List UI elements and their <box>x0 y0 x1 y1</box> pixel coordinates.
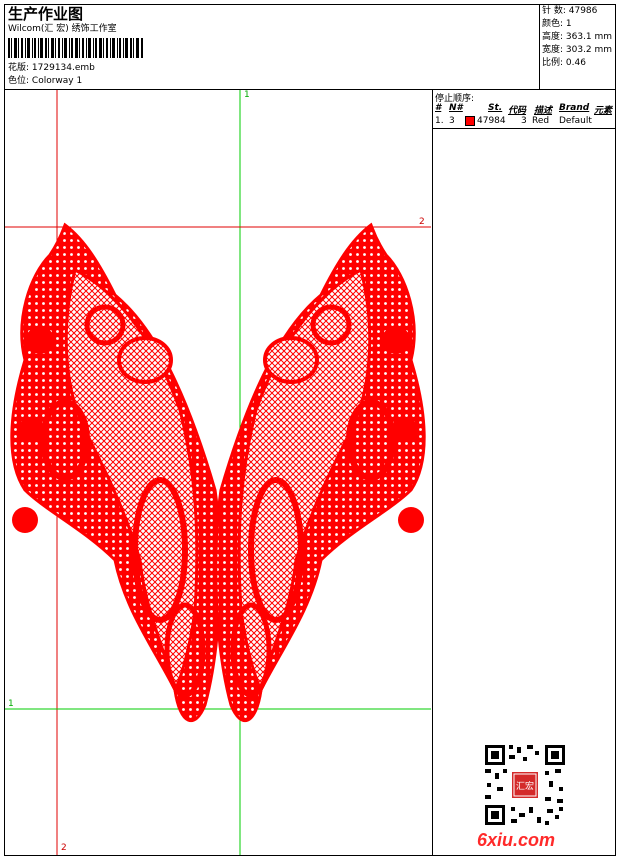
col-header-index: # <box>435 103 442 113</box>
stat-height: 高度: 363.1 mm <box>542 32 613 42</box>
stats-panel: 针 数: 47986 颜色: 1 高度: 363.1 mm 宽度: 303.2 … <box>540 5 616 89</box>
design-canvas: 1 2 1 2 <box>5 90 431 855</box>
color-swatch-icon <box>465 116 475 126</box>
col-header-needle: N# <box>449 103 463 113</box>
embroidery-preview <box>5 90 431 855</box>
colorway-label: 色位: <box>8 76 30 86</box>
row-brand: Default <box>559 116 592 126</box>
design-file: 花版: 1729134.emb <box>8 63 95 74</box>
guide-label-top: 1 <box>244 90 250 100</box>
colorway-value: Colorway 1 <box>31 76 83 86</box>
stop-sequence-table: 停止顺序: # N# St. 代码 描述 Brand 元素 1. 3 47984… <box>433 90 616 129</box>
design-value: 1729134.emb <box>31 63 95 73</box>
row-description: Red <box>532 116 550 126</box>
lace-right-wing <box>214 222 426 723</box>
col-header-description: 描述 <box>534 106 553 116</box>
stat-colors: 颜色: 1 <box>542 19 572 29</box>
colorway: 色位: Colorway 1 <box>8 76 82 87</box>
stat-scale: 比例: 0.46 <box>542 58 586 68</box>
watermark-logo: 6xiu.com <box>477 830 556 850</box>
row-needle: 3 <box>449 116 455 126</box>
design-label: 花版: <box>8 63 30 73</box>
col-header-code: 代码 <box>508 106 527 116</box>
col-header-element: 元素 <box>594 106 613 116</box>
page-title: 生产作业图 <box>8 5 84 23</box>
row-index: 1. <box>435 116 444 126</box>
row-stitches: 47984 <box>477 116 506 126</box>
qr-code-icon: 汇宏 <box>483 743 567 827</box>
qr-seal-text: 汇宏 <box>516 780 534 792</box>
row-code: 3 <box>521 116 527 126</box>
lace-left-wing <box>10 222 222 723</box>
barcode-icon <box>8 38 143 58</box>
guide-label-left: 1 <box>8 699 14 709</box>
col-header-stitches: St. <box>488 103 503 113</box>
stat-width: 宽度: 303.2 mm <box>542 45 613 55</box>
stop-sequence-panel: 停止顺序: # N# St. 代码 描述 Brand 元素 1. 3 47984… <box>432 90 616 855</box>
production-worksheet: 生产作业图 Wilcom(汇 宏) 绣饰工作室 花版: 1729134.emb … <box>4 4 616 856</box>
col-header-brand: Brand <box>559 103 590 113</box>
guide-label-bottom: 2 <box>61 843 67 853</box>
company-name: Wilcom(汇 宏) 绣饰工作室 <box>8 24 117 34</box>
guide-label-right: 2 <box>419 217 425 227</box>
header-info: 生产作业图 Wilcom(汇 宏) 绣饰工作室 花版: 1729134.emb … <box>5 5 540 89</box>
stat-stitches: 针 数: 47986 <box>542 6 598 16</box>
